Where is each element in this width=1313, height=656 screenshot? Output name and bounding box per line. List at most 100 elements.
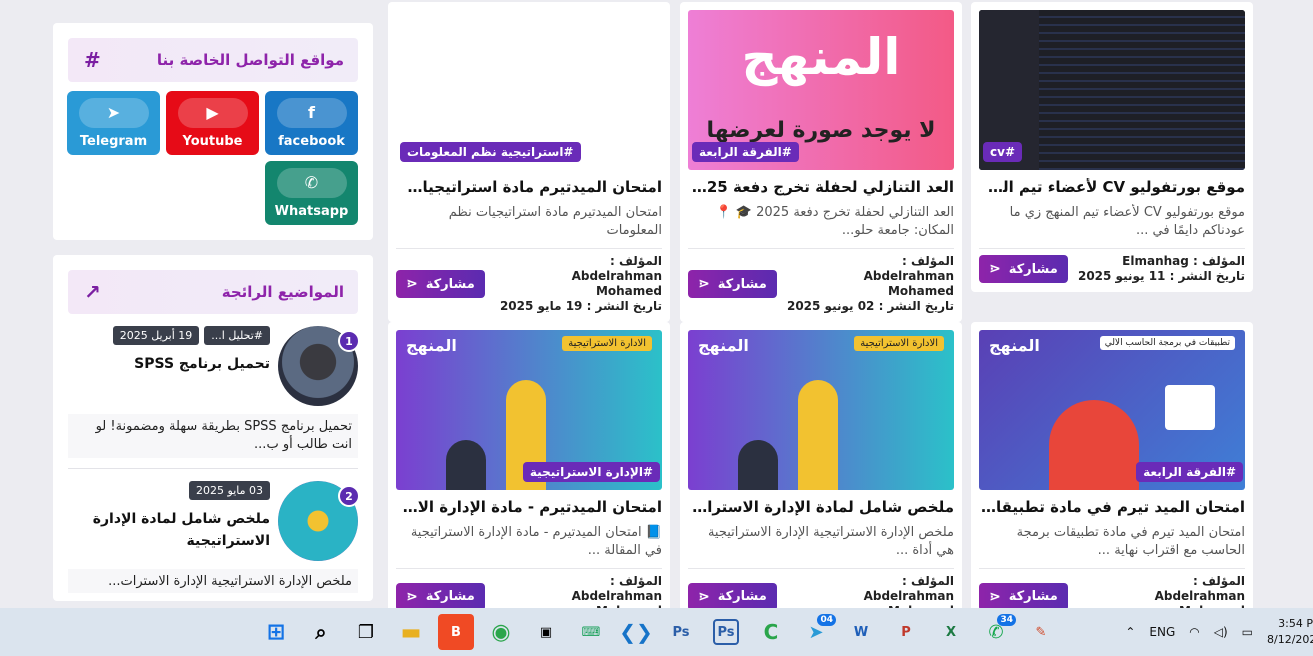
language-indicator[interactable]: ENG xyxy=(1149,625,1175,639)
clock[interactable]: 3:54 P 8/12/202 xyxy=(1267,616,1313,648)
image-logo-text: المنهج xyxy=(989,336,1040,355)
camtasia-icon[interactable]: C xyxy=(753,614,789,650)
vscode-icon[interactable]: ❮❯ xyxy=(618,614,654,650)
image-caption: الادارة الاستراتيجية xyxy=(562,336,652,351)
file-explorer-icon[interactable]: ▬ xyxy=(393,614,429,650)
post-card[interactable]: المنهج الادارة الاستراتيجية ملخص شامل لم… xyxy=(680,322,962,627)
youtube-label: Youtube xyxy=(182,133,243,149)
trending-excerpt: تحميل برنامج SPSS بطريقة سهلة ومضمونة! ل… xyxy=(68,414,358,458)
share-button[interactable]: مشاركة ⋖ xyxy=(688,582,777,611)
image-logo-text: المنهج xyxy=(698,336,749,355)
category-badge[interactable]: #الإدارة الاستراتيجية xyxy=(522,462,660,482)
post-card[interactable]: المنهج تطبيقات في برمجة الحاسب الالي #ال… xyxy=(971,322,1253,627)
app-icon[interactable]: ▣ xyxy=(528,614,564,650)
share-button[interactable]: مشاركة ⋖ xyxy=(396,582,485,611)
post-excerpt: 📘 امتحان الميدتيرم - مادة الإدارة الاستر… xyxy=(410,525,662,558)
trending-item[interactable]: 1 #تحليل ا... 19 أبريل 2025 تحميل برنامج… xyxy=(68,314,360,406)
social-widget-header: مواقع التواصل الخاصة بنا # xyxy=(68,38,358,82)
post-image[interactable]: المنهج لا يوجد صورة لعرضها #الفرقة الراب… xyxy=(688,10,954,170)
category-badge[interactable]: #الفرقة الرابعة xyxy=(1136,462,1243,482)
share-button[interactable]: مشاركة ⋖ xyxy=(396,270,485,298)
word-icon[interactable]: W xyxy=(843,614,879,650)
facebook-icon: f xyxy=(276,97,347,128)
post-title[interactable]: امتحان الميدتيرم - مادة الإدارة الاسترات… xyxy=(396,498,662,516)
post-meta: المؤلف : Abdelrahman Mohamed تاريخ النشر… xyxy=(500,254,662,314)
trending-item-body: #تحليل ا... 19 أبريل 2025 تحميل برنامج S… xyxy=(68,326,270,406)
post-excerpt: موقع بورتفوليو CV لأعضاء تيم المنهج زي م… xyxy=(1009,205,1245,238)
brave-browser-icon[interactable]: B xyxy=(438,614,474,650)
divider xyxy=(688,568,954,569)
post-title[interactable]: العد التنازلي لحفلة تخرج دفعة 2025 xyxy=(688,178,954,196)
illustration-window xyxy=(1165,385,1215,430)
youtube-icon: ▶ xyxy=(177,97,248,128)
volume-icon[interactable]: ◁) xyxy=(1214,625,1228,639)
post-card[interactable]: المنهج لا يوجد صورة لعرضها #الفرقة الراب… xyxy=(680,2,962,322)
post-image[interactable]: المنهج تطبيقات في برمجة الحاسب الالي #ال… xyxy=(979,330,1245,490)
battery-icon[interactable]: ▭ xyxy=(1242,625,1253,639)
share-icon: ⋖ xyxy=(406,276,418,292)
post-image[interactable]: #cv xyxy=(979,10,1245,170)
illustration-chess xyxy=(446,440,486,490)
post-title[interactable]: ملخص شامل لمادة الإدارة الاستراتيجية xyxy=(688,498,954,516)
search-icon[interactable]: ⌕ xyxy=(303,614,339,650)
trending-thumbnail[interactable]: 2 xyxy=(278,481,360,561)
post-title[interactable]: موقع بورتفوليو CV لأعضاء تيم المنهج xyxy=(979,178,1245,196)
photoshop-icon[interactable]: Ps xyxy=(663,614,699,650)
trending-widget-header: المواضيع الرائجة ↗ xyxy=(68,270,358,314)
paint-icon[interactable]: ✎ xyxy=(1023,614,1059,650)
divider xyxy=(688,248,954,249)
post-card[interactable]: #cv موقع بورتفوليو CV لأعضاء تيم المنهج … xyxy=(971,2,1253,292)
post-card[interactable]: المنهج الادارة الاستراتيجية #الإدارة الا… xyxy=(388,322,670,627)
whatsapp-button[interactable]: ✆ Whatsapp xyxy=(265,161,358,225)
category-badge[interactable]: #الفرقة الرابعة xyxy=(692,142,799,162)
chrome-icon[interactable]: ◉ xyxy=(483,614,519,650)
post-card[interactable]: #استراتيجية نظم المعلومات امتحان الميدتي… xyxy=(388,2,670,322)
image-caption: لا يوجد صورة لعرضها xyxy=(706,118,936,143)
trending-icon: ↗ xyxy=(84,280,101,304)
image-logo-text: المنهج xyxy=(406,336,457,355)
illustration-person xyxy=(1049,400,1139,490)
trending-title[interactable]: تحميل برنامج SPSS xyxy=(68,353,270,375)
share-label: مشاركة xyxy=(425,276,475,292)
task-view-icon[interactable]: ❐ xyxy=(348,614,384,650)
powerpoint-icon[interactable]: P xyxy=(888,614,924,650)
share-button[interactable]: مشاركة ⋖ xyxy=(979,582,1068,611)
trending-item[interactable]: 2 03 مايو 2025 ملخص شامل لمادة الإدارة ا… xyxy=(68,469,360,561)
terminal-icon[interactable]: ⌨ xyxy=(573,614,609,650)
youtube-button[interactable]: ▶ Youtube xyxy=(166,91,259,155)
post-title[interactable]: امتحان الميد تيرم في مادة تطبيقات برمجة … xyxy=(979,498,1245,516)
trending-widget-title: المواضيع الرائجة xyxy=(221,283,344,301)
post-footer: المؤلف : Abdelrahman Mohamed تاريخ النشر… xyxy=(688,254,954,314)
share-button[interactable]: مشاركة ⋖ xyxy=(688,270,777,298)
sidebar: مواقع التواصل الخاصة بنا # f facebook ▶ … xyxy=(53,23,373,616)
telegram-button[interactable]: ➤ Telegram xyxy=(67,91,160,155)
taskbar: ⊞ ⌕ ❐ ▬ B ◉ ▣ ⌨ ❮❯ Ps Ps C ➤ 04 W P X ✆ 34… xyxy=(0,608,1313,656)
start-icon[interactable]: ⊞ xyxy=(258,614,294,650)
image-logo-text: المنهج xyxy=(741,28,901,86)
trending-excerpt: ملخص الإدارة الاستراتيجية الإدارة الاستر… xyxy=(68,569,358,593)
telegram-taskbar-icon[interactable]: ➤ 04 xyxy=(798,614,836,650)
category-badge[interactable]: #cv xyxy=(983,142,1022,162)
facebook-label: facebook xyxy=(278,133,345,149)
share-button[interactable]: مشاركة ⋖ xyxy=(979,255,1068,283)
post-title[interactable]: امتحان الميدتيرم مادة استراتيجيات نظم ال… xyxy=(396,178,662,196)
category-badge[interactable]: #استراتيجية نظم المعلومات xyxy=(400,142,581,162)
post-image[interactable]: #استراتيجية نظم المعلومات xyxy=(396,10,662,170)
wifi-icon[interactable]: ◠ xyxy=(1189,625,1199,639)
excel-icon[interactable]: X xyxy=(933,614,969,650)
trending-thumbnail[interactable]: 1 xyxy=(278,326,360,406)
photoshop-alt-icon[interactable]: Ps xyxy=(713,619,739,645)
share-label: مشاركة xyxy=(717,589,767,604)
whatsapp-taskbar-icon[interactable]: ✆ 34 xyxy=(978,614,1016,650)
rank-badge: 1 xyxy=(338,330,360,352)
hash-icon: # xyxy=(84,48,101,72)
post-date: تاريخ النشر : 02 يونيو 2025 xyxy=(786,299,954,313)
trending-tag[interactable]: #تحليل ا... xyxy=(204,326,270,345)
share-label: مشاركة xyxy=(425,589,475,604)
clock-time: 3:54 P xyxy=(1278,617,1313,630)
post-image[interactable]: المنهج الادارة الاستراتيجية xyxy=(688,330,954,490)
chevron-up-icon[interactable]: ⌃ xyxy=(1125,625,1135,639)
trending-title[interactable]: ملخص شامل لمادة الإدارة الاستراتيجية xyxy=(68,508,270,552)
post-image[interactable]: المنهج الادارة الاستراتيجية #الإدارة الا… xyxy=(396,330,662,490)
facebook-button[interactable]: f facebook xyxy=(265,91,358,155)
